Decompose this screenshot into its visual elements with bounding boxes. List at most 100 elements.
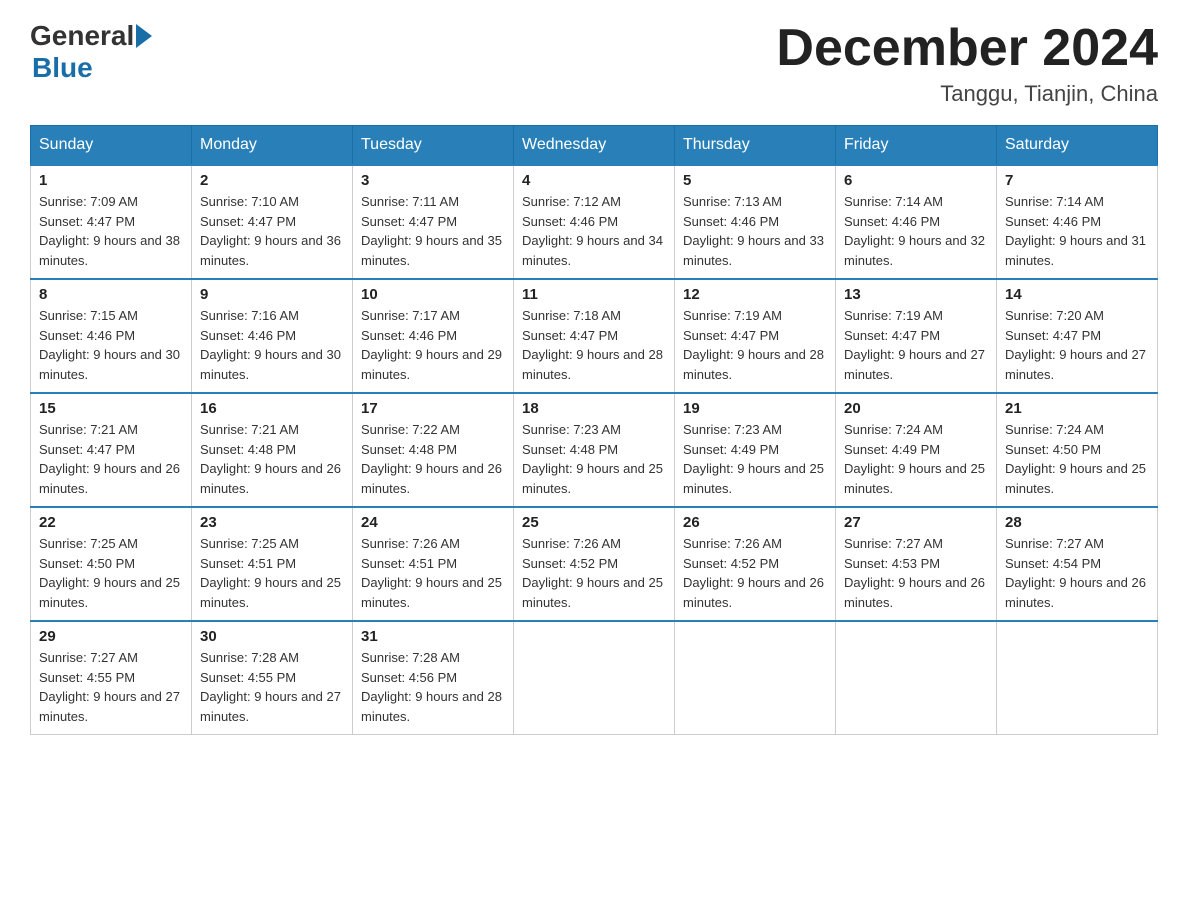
day-number: 2 xyxy=(200,172,344,189)
day-number: 7 xyxy=(1005,172,1149,189)
calendar-table: SundayMondayTuesdayWednesdayThursdayFrid… xyxy=(30,125,1158,735)
day-info: Sunrise: 7:26 AMSunset: 4:52 PMDaylight:… xyxy=(683,534,827,612)
table-row: 13 Sunrise: 7:19 AMSunset: 4:47 PMDaylig… xyxy=(836,279,997,393)
day-info: Sunrise: 7:28 AMSunset: 4:56 PMDaylight:… xyxy=(361,648,505,726)
table-row: 6 Sunrise: 7:14 AMSunset: 4:46 PMDayligh… xyxy=(836,165,997,279)
calendar-week-2: 8 Sunrise: 7:15 AMSunset: 4:46 PMDayligh… xyxy=(31,279,1158,393)
table-row xyxy=(997,621,1158,735)
table-row: 14 Sunrise: 7:20 AMSunset: 4:47 PMDaylig… xyxy=(997,279,1158,393)
day-info: Sunrise: 7:26 AMSunset: 4:51 PMDaylight:… xyxy=(361,534,505,612)
table-row: 28 Sunrise: 7:27 AMSunset: 4:54 PMDaylig… xyxy=(997,507,1158,621)
day-number: 23 xyxy=(200,514,344,531)
day-info: Sunrise: 7:24 AMSunset: 4:50 PMDaylight:… xyxy=(1005,420,1149,498)
logo-triangle-icon xyxy=(136,24,152,48)
day-info: Sunrise: 7:10 AMSunset: 4:47 PMDaylight:… xyxy=(200,192,344,270)
page-subtitle: Tanggu, Tianjin, China xyxy=(776,81,1158,107)
header-monday: Monday xyxy=(192,126,353,166)
table-row: 1 Sunrise: 7:09 AMSunset: 4:47 PMDayligh… xyxy=(31,165,192,279)
day-number: 19 xyxy=(683,400,827,417)
day-number: 6 xyxy=(844,172,988,189)
day-number: 22 xyxy=(39,514,183,531)
day-info: Sunrise: 7:21 AMSunset: 4:47 PMDaylight:… xyxy=(39,420,183,498)
day-info: Sunrise: 7:23 AMSunset: 4:49 PMDaylight:… xyxy=(683,420,827,498)
table-row: 11 Sunrise: 7:18 AMSunset: 4:47 PMDaylig… xyxy=(514,279,675,393)
day-info: Sunrise: 7:27 AMSunset: 4:53 PMDaylight:… xyxy=(844,534,988,612)
table-row: 26 Sunrise: 7:26 AMSunset: 4:52 PMDaylig… xyxy=(675,507,836,621)
table-row: 25 Sunrise: 7:26 AMSunset: 4:52 PMDaylig… xyxy=(514,507,675,621)
day-info: Sunrise: 7:27 AMSunset: 4:55 PMDaylight:… xyxy=(39,648,183,726)
day-info: Sunrise: 7:26 AMSunset: 4:52 PMDaylight:… xyxy=(522,534,666,612)
table-row: 24 Sunrise: 7:26 AMSunset: 4:51 PMDaylig… xyxy=(353,507,514,621)
calendar-week-4: 22 Sunrise: 7:25 AMSunset: 4:50 PMDaylig… xyxy=(31,507,1158,621)
table-row xyxy=(675,621,836,735)
logo-general: General xyxy=(30,20,134,52)
table-row: 19 Sunrise: 7:23 AMSunset: 4:49 PMDaylig… xyxy=(675,393,836,507)
table-row: 12 Sunrise: 7:19 AMSunset: 4:47 PMDaylig… xyxy=(675,279,836,393)
header-sunday: Sunday xyxy=(31,126,192,166)
day-number: 10 xyxy=(361,286,505,303)
day-info: Sunrise: 7:18 AMSunset: 4:47 PMDaylight:… xyxy=(522,306,666,384)
table-row: 2 Sunrise: 7:10 AMSunset: 4:47 PMDayligh… xyxy=(192,165,353,279)
day-number: 16 xyxy=(200,400,344,417)
logo: General Blue xyxy=(30,20,155,84)
day-info: Sunrise: 7:14 AMSunset: 4:46 PMDaylight:… xyxy=(844,192,988,270)
table-row: 21 Sunrise: 7:24 AMSunset: 4:50 PMDaylig… xyxy=(997,393,1158,507)
day-number: 20 xyxy=(844,400,988,417)
day-info: Sunrise: 7:25 AMSunset: 4:50 PMDaylight:… xyxy=(39,534,183,612)
day-info: Sunrise: 7:12 AMSunset: 4:46 PMDaylight:… xyxy=(522,192,666,270)
table-row: 29 Sunrise: 7:27 AMSunset: 4:55 PMDaylig… xyxy=(31,621,192,735)
table-row: 3 Sunrise: 7:11 AMSunset: 4:47 PMDayligh… xyxy=(353,165,514,279)
table-row: 8 Sunrise: 7:15 AMSunset: 4:46 PMDayligh… xyxy=(31,279,192,393)
day-number: 8 xyxy=(39,286,183,303)
day-number: 25 xyxy=(522,514,666,531)
day-number: 3 xyxy=(361,172,505,189)
day-number: 26 xyxy=(683,514,827,531)
title-area: December 2024 Tanggu, Tianjin, China xyxy=(776,20,1158,107)
day-number: 14 xyxy=(1005,286,1149,303)
day-number: 4 xyxy=(522,172,666,189)
table-row: 23 Sunrise: 7:25 AMSunset: 4:51 PMDaylig… xyxy=(192,507,353,621)
day-number: 15 xyxy=(39,400,183,417)
day-info: Sunrise: 7:22 AMSunset: 4:48 PMDaylight:… xyxy=(361,420,505,498)
day-info: Sunrise: 7:17 AMSunset: 4:46 PMDaylight:… xyxy=(361,306,505,384)
day-number: 1 xyxy=(39,172,183,189)
header-tuesday: Tuesday xyxy=(353,126,514,166)
calendar-header-row: SundayMondayTuesdayWednesdayThursdayFrid… xyxy=(31,126,1158,166)
logo-blue: Blue xyxy=(32,52,93,83)
table-row: 4 Sunrise: 7:12 AMSunset: 4:46 PMDayligh… xyxy=(514,165,675,279)
day-info: Sunrise: 7:27 AMSunset: 4:54 PMDaylight:… xyxy=(1005,534,1149,612)
table-row: 5 Sunrise: 7:13 AMSunset: 4:46 PMDayligh… xyxy=(675,165,836,279)
day-number: 18 xyxy=(522,400,666,417)
day-info: Sunrise: 7:28 AMSunset: 4:55 PMDaylight:… xyxy=(200,648,344,726)
day-number: 31 xyxy=(361,628,505,645)
calendar-week-3: 15 Sunrise: 7:21 AMSunset: 4:47 PMDaylig… xyxy=(31,393,1158,507)
day-number: 9 xyxy=(200,286,344,303)
day-info: Sunrise: 7:14 AMSunset: 4:46 PMDaylight:… xyxy=(1005,192,1149,270)
header-wednesday: Wednesday xyxy=(514,126,675,166)
table-row: 7 Sunrise: 7:14 AMSunset: 4:46 PMDayligh… xyxy=(997,165,1158,279)
day-info: Sunrise: 7:11 AMSunset: 4:47 PMDaylight:… xyxy=(361,192,505,270)
day-info: Sunrise: 7:20 AMSunset: 4:47 PMDaylight:… xyxy=(1005,306,1149,384)
table-row: 17 Sunrise: 7:22 AMSunset: 4:48 PMDaylig… xyxy=(353,393,514,507)
table-row xyxy=(836,621,997,735)
table-row: 20 Sunrise: 7:24 AMSunset: 4:49 PMDaylig… xyxy=(836,393,997,507)
day-info: Sunrise: 7:19 AMSunset: 4:47 PMDaylight:… xyxy=(844,306,988,384)
day-number: 29 xyxy=(39,628,183,645)
day-number: 28 xyxy=(1005,514,1149,531)
day-info: Sunrise: 7:09 AMSunset: 4:47 PMDaylight:… xyxy=(39,192,183,270)
day-info: Sunrise: 7:19 AMSunset: 4:47 PMDaylight:… xyxy=(683,306,827,384)
day-number: 17 xyxy=(361,400,505,417)
table-row: 9 Sunrise: 7:16 AMSunset: 4:46 PMDayligh… xyxy=(192,279,353,393)
day-info: Sunrise: 7:15 AMSunset: 4:46 PMDaylight:… xyxy=(39,306,183,384)
day-number: 12 xyxy=(683,286,827,303)
header-thursday: Thursday xyxy=(675,126,836,166)
calendar-week-1: 1 Sunrise: 7:09 AMSunset: 4:47 PMDayligh… xyxy=(31,165,1158,279)
day-number: 11 xyxy=(522,286,666,303)
page-title: December 2024 xyxy=(776,20,1158,77)
table-row: 31 Sunrise: 7:28 AMSunset: 4:56 PMDaylig… xyxy=(353,621,514,735)
day-info: Sunrise: 7:25 AMSunset: 4:51 PMDaylight:… xyxy=(200,534,344,612)
day-info: Sunrise: 7:24 AMSunset: 4:49 PMDaylight:… xyxy=(844,420,988,498)
day-number: 21 xyxy=(1005,400,1149,417)
table-row: 27 Sunrise: 7:27 AMSunset: 4:53 PMDaylig… xyxy=(836,507,997,621)
header-friday: Friday xyxy=(836,126,997,166)
